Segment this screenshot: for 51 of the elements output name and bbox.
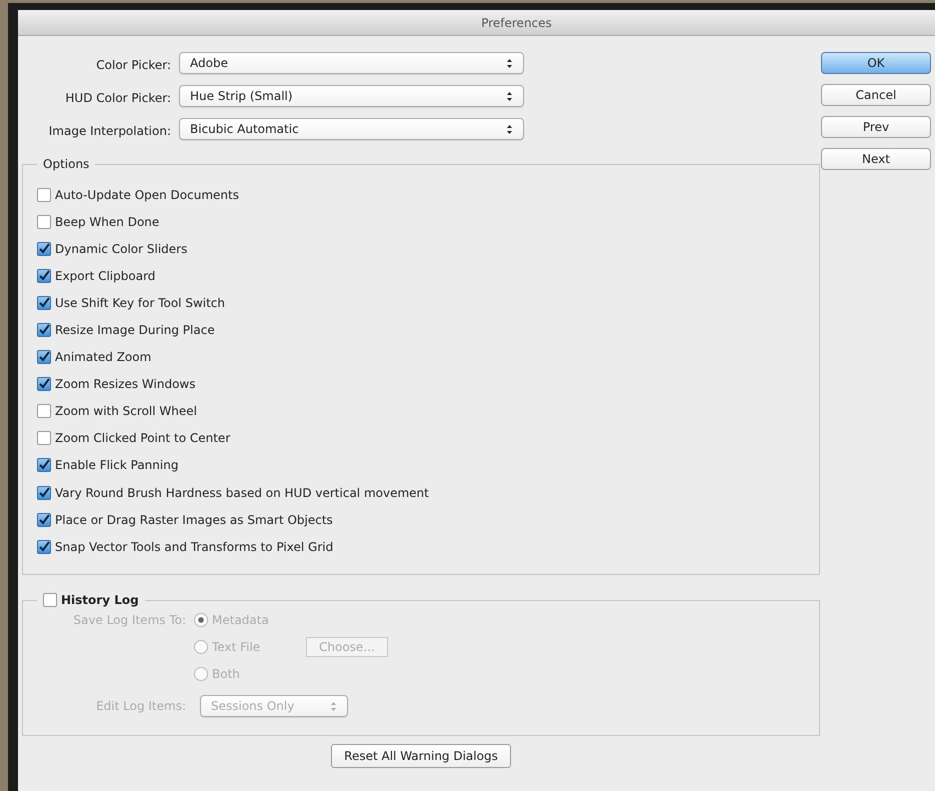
checkbox-label: Enable Flick Panning <box>55 457 178 474</box>
field-label: Color Picker: <box>95 57 172 74</box>
dialog-button[interactable]: Prev <box>821 116 931 138</box>
dropdown[interactable]: Hue Strip (Small) <box>179 85 524 107</box>
field-label: HUD Color Picker: <box>64 90 172 107</box>
reset-button[interactable]: Reset All Warning Dialogs <box>331 744 511 768</box>
updown-arrows-icon <box>506 124 513 134</box>
checkbox-label: Auto-Update Open Documents <box>55 186 239 204</box>
checkbox-label: Zoom Resizes Windows <box>55 376 196 394</box>
checkbox[interactable] <box>37 323 51 338</box>
radio-label: Text File <box>212 638 262 656</box>
checkbox-label: Resize Image During Place <box>55 322 215 340</box>
dialog-button[interactable]: Next <box>821 148 931 170</box>
updown-arrows-icon <box>506 58 513 68</box>
checkbox[interactable] <box>37 512 51 527</box>
checkbox[interactable] <box>37 188 51 202</box>
checkbox[interactable] <box>37 268 51 283</box>
radio-label: Both <box>212 666 240 682</box>
field-label: Image Interpolation: <box>48 123 172 140</box>
dropdown[interactable]: Bicubic Automatic <box>179 118 524 140</box>
field-label: Edit Log Items: <box>95 698 187 715</box>
window-title: Preferences <box>480 16 552 30</box>
checkbox-label: Vary Round Brush Hardness based on HUD vertical movement <box>55 484 429 502</box>
field-label: Save Log Items To: <box>72 612 187 629</box>
checkbox[interactable] <box>37 540 51 554</box>
section-title: Options <box>42 156 90 173</box>
radio-label: Metadata <box>212 612 269 628</box>
dialog-button[interactable]: OK <box>821 52 931 74</box>
updown-arrows-icon <box>330 700 337 712</box>
checkbox[interactable] <box>37 431 51 446</box>
checkbox[interactable] <box>37 486 51 500</box>
checkbox-label: Beep When Done <box>55 214 160 231</box>
checkbox-label: Zoom with Scroll Wheel <box>55 403 197 420</box>
checkbox-label: Animated Zoom <box>55 349 152 366</box>
section-title: History Log <box>61 592 139 609</box>
checkbox-label: Snap Vector Tools and Transforms to Pixel Grid <box>55 538 334 556</box>
checkbox-label: Export Clipboard <box>55 268 156 285</box>
checkbox-label: Place or Drag Raster Images as Smart Objects <box>55 512 333 529</box>
checkbox[interactable] <box>37 377 51 392</box>
checkbox[interactable] <box>37 458 51 472</box>
dialog-button[interactable]: Cancel <box>821 84 931 106</box>
checkbox[interactable] <box>37 242 51 256</box>
updown-arrows-icon <box>506 90 513 102</box>
checkbox-label: Zoom Clicked Point to Center <box>55 430 230 448</box>
checkbox[interactable] <box>37 350 51 364</box>
checkbox[interactable] <box>37 214 51 229</box>
checkbox[interactable] <box>37 404 51 418</box>
checkbox[interactable] <box>37 296 51 310</box>
dropdown[interactable]: Adobe <box>179 52 524 74</box>
checkbox-label: Dynamic Color Sliders <box>55 240 188 258</box>
checkbox-label: Use Shift Key for Tool Switch <box>55 294 226 312</box>
